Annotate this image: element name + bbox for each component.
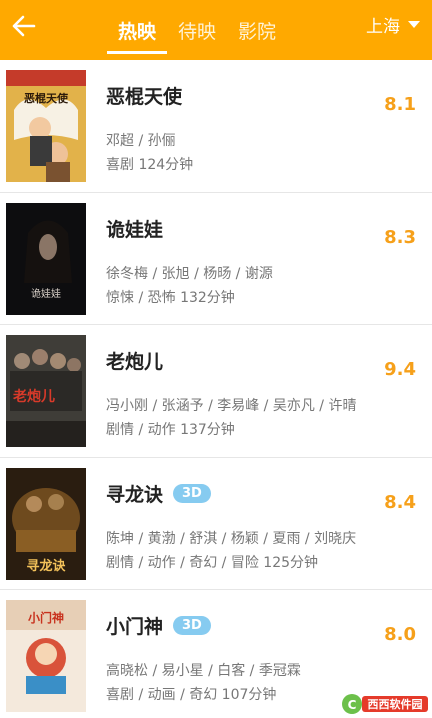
movie-title: 恶棍天使 bbox=[106, 86, 183, 108]
movie-list: 恶棍天使 恶棍天使 邓超 / 孙俪 喜剧 124分钟 8.1 诡娃娃 诡娃娃 徐… bbox=[0, 60, 432, 718]
movie-item[interactable]: 寻龙诀 寻龙诀 3D 陈坤 / 黄渤 / 舒淇 / 杨颖 / 夏雨 / 刘晓庆 … bbox=[0, 458, 432, 590]
svg-text:恶棍天使: 恶棍天使 bbox=[24, 91, 69, 105]
tab-bar: 热映 待映 影院 bbox=[107, 0, 287, 60]
movie-title: 诡娃娃 bbox=[106, 218, 164, 241]
movie-rating: 9.4 bbox=[384, 359, 416, 380]
movie-poster: 小门神 bbox=[6, 600, 86, 712]
city-label: 上海 bbox=[366, 16, 400, 37]
svg-text:老炮儿: 老炮儿 bbox=[13, 388, 55, 405]
movie-genre-duration: 剧情 / 动作 137分钟 bbox=[106, 422, 235, 438]
movie-rating: 8.3 bbox=[384, 226, 416, 248]
svg-text:小门神: 小门神 bbox=[28, 610, 64, 625]
movie-poster: 寻龙诀 bbox=[6, 467, 86, 580]
movie-poster: 老炮儿 bbox=[6, 335, 86, 447]
movie-poster: 恶棍天使 bbox=[6, 70, 86, 182]
back-button[interactable] bbox=[8, 10, 40, 42]
movie-poster: 诡娃娃 bbox=[6, 202, 86, 315]
movie-rating: 8.1 bbox=[384, 94, 416, 115]
movie-title: 老炮儿 bbox=[106, 351, 164, 373]
city-selector[interactable]: 上海 bbox=[366, 0, 420, 48]
movie-item[interactable]: 恶棍天使 恶棍天使 邓超 / 孙俪 喜剧 124分钟 8.1 bbox=[0, 60, 432, 193]
movie-cast: 邓超 / 孙俪 bbox=[106, 133, 176, 149]
movie-item[interactable]: 诡娃娃 诡娃娃 徐冬梅 / 张旭 / 杨旸 / 谢源 惊悚 / 恐怖 132分钟… bbox=[0, 193, 432, 325]
movie-genre-duration: 剧情 / 动作 / 奇幻 / 冒险 125分钟 bbox=[106, 554, 319, 571]
dropdown-caret-icon bbox=[408, 20, 420, 28]
site-watermark: C 西西软件园 bbox=[342, 692, 430, 716]
movie-rating: 8.0 bbox=[384, 624, 416, 645]
movie-title: 小门神 bbox=[106, 616, 164, 638]
tab-now-showing[interactable]: 热映 bbox=[107, 0, 168, 60]
3d-badge: 3D bbox=[173, 483, 211, 503]
svg-text:寻龙诀: 寻龙诀 bbox=[26, 558, 66, 574]
svg-text:诡娃娃: 诡娃娃 bbox=[31, 287, 61, 300]
movie-cast: 徐冬梅 / 张旭 / 杨旸 / 谢源 bbox=[106, 265, 273, 282]
svg-text:C: C bbox=[348, 698, 357, 712]
svg-text:西西软件园: 西西软件园 bbox=[368, 697, 423, 711]
tab-coming-soon[interactable]: 待映 bbox=[167, 0, 227, 60]
app-header: 热映 待映 影院 上海 bbox=[0, 0, 432, 60]
watermark-logo-icon: C 西西软件园 bbox=[342, 694, 428, 714]
movie-rating: 8.4 bbox=[384, 491, 416, 513]
movie-cast: 高晓松 / 易小星 / 白客 / 季冠霖 bbox=[106, 663, 301, 679]
movie-cast: 冯小刚 / 张涵予 / 李易峰 / 吴亦凡 / 许晴 bbox=[106, 398, 357, 414]
movie-cast: 陈坤 / 黄渤 / 舒淇 / 杨颖 / 夏雨 / 刘晓庆 bbox=[106, 530, 357, 547]
back-arrow-icon bbox=[12, 15, 36, 37]
movie-genre-duration: 喜剧 / 动画 / 奇幻 107分钟 bbox=[106, 687, 277, 703]
3d-badge: 3D bbox=[173, 616, 211, 635]
movie-genre-duration: 喜剧 124分钟 bbox=[106, 157, 194, 173]
tab-cinemas[interactable]: 影院 bbox=[227, 0, 287, 60]
movie-genre-duration: 惊悚 / 恐怖 132分钟 bbox=[106, 289, 235, 306]
movie-title: 寻龙诀 bbox=[106, 483, 164, 506]
movie-item[interactable]: 老炮儿 老炮儿 冯小刚 / 张涵予 / 李易峰 / 吴亦凡 / 许晴 剧情 / … bbox=[0, 325, 432, 458]
